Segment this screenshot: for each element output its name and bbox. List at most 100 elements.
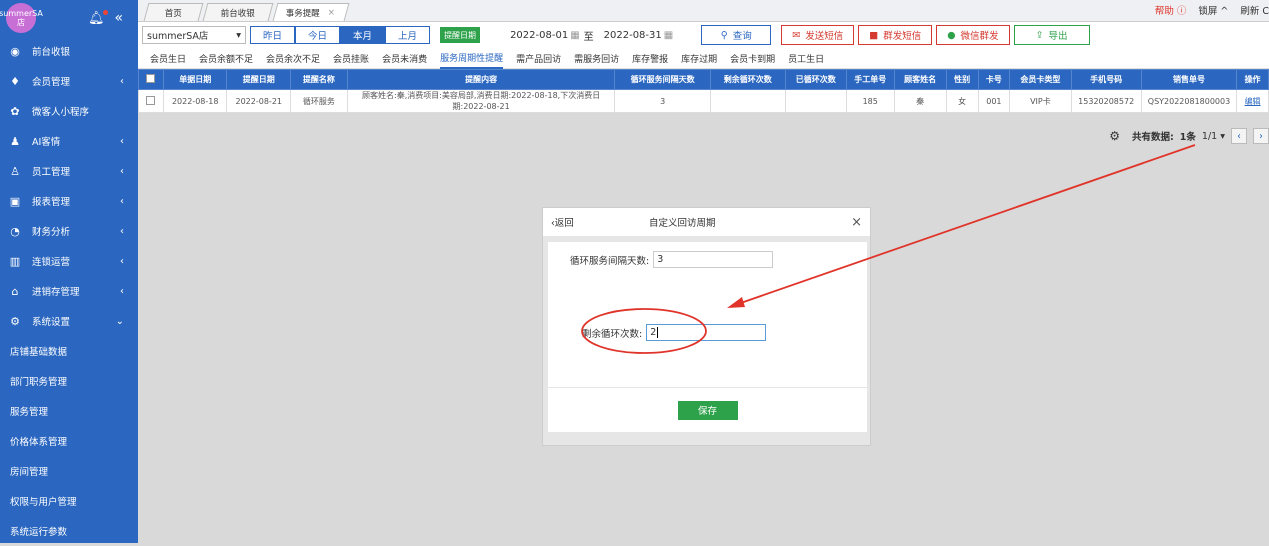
period-last-month[interactable]: 上月: [385, 26, 431, 44]
period-today[interactable]: 今日: [295, 26, 341, 44]
sidebar-item-label: 报表管理: [32, 197, 71, 208]
sidebar-item-4[interactable]: ♙ 员工管理 ‹: [0, 156, 138, 186]
remaining-label: 剩余循环次数:: [582, 328, 643, 340]
sidebar-subitem-4[interactable]: 房间管理: [0, 456, 138, 486]
tab-home[interactable]: 首页: [143, 3, 204, 21]
help-link[interactable]: 帮助 ⓘ: [1155, 3, 1187, 17]
send-sms-button[interactable]: ✉ 发送短信: [781, 25, 855, 45]
settings-gear-icon[interactable]: ⚙: [1109, 129, 1120, 143]
sms-icon: ■: [869, 29, 879, 41]
column-header: 销售单号: [1140, 69, 1238, 90]
refresh-link[interactable]: 刷新 C: [1240, 3, 1269, 17]
subtab-0[interactable]: 会员生日: [150, 48, 186, 69]
tab-reminders[interactable]: 事务提醒 ×: [272, 3, 350, 21]
total-label: 共有数据:: [1131, 132, 1174, 143]
store-select[interactable]: summerSA店 ▾: [142, 26, 246, 44]
sidebar-item-8[interactable]: ⌂ 进销存管理 ‹: [0, 276, 138, 306]
back-button[interactable]: ‹返回: [551, 215, 574, 229]
tab-bar: 首页 前台收银 事务提醒 ×: [138, 0, 1269, 22]
tab-cashier[interactable]: 前台收银: [202, 3, 274, 21]
cashier-icon: ◉: [10, 44, 20, 58]
sidebar-subitem-0[interactable]: 店铺基础数据: [0, 336, 138, 366]
sidebar-subitem-5[interactable]: 权限与用户管理: [0, 486, 138, 516]
subtab-1[interactable]: 会员余额不足: [199, 48, 253, 69]
remaining-cycles-input[interactable]: 2: [646, 324, 767, 341]
prev-page-button[interactable]: ‹: [1231, 128, 1247, 144]
save-button[interactable]: 保存: [677, 400, 738, 420]
page-indicator: 1/1: [1201, 130, 1218, 142]
store-logo[interactable]: summerSA店: [0, 3, 43, 33]
sidebar-subitem-2[interactable]: 服务管理: [0, 396, 138, 426]
sidebar-item-label: AI客情: [32, 137, 61, 148]
chevron-icon: ‹: [120, 285, 124, 297]
lock-screen-link[interactable]: 锁屏 ^: [1198, 3, 1228, 17]
select-all-checkbox[interactable]: [146, 74, 156, 83]
column-header: 手机号码: [1070, 69, 1142, 90]
date-from-input[interactable]: 2022-08-01 ▦: [504, 26, 580, 44]
period-this-month[interactable]: 本月: [340, 26, 386, 44]
next-page-button[interactable]: ›: [1253, 128, 1269, 144]
sidebar-item-3[interactable]: ♟ AI客情 ‹: [0, 126, 138, 156]
sidebar-item-1[interactable]: ♦ 会员管理 ‹: [0, 66, 138, 96]
calendar-icon[interactable]: ▦: [570, 30, 579, 41]
store-select-value: summerSA店: [147, 31, 209, 42]
column-header: 已循环次数: [784, 69, 847, 90]
sidebar-item-label: 财务分析: [32, 227, 71, 238]
row-checkbox[interactable]: [146, 95, 156, 105]
query-button[interactable]: ⚲ 查询: [701, 25, 772, 45]
cycle-dialog: ‹返回 自定义回访周期 × 循环服务间隔天数: 3 剩余循环次数: 2 保存: [542, 207, 871, 446]
close-icon[interactable]: ×: [851, 215, 862, 230]
wechat-icon: ●: [947, 29, 956, 41]
column-header: 循环服务间隔天数: [614, 69, 711, 90]
bell-icon[interactable]: 🔔︎: [88, 9, 108, 26]
table-cell: 2022-08-18: [162, 89, 228, 113]
dialog-header: ‹返回 自定义回访周期 ×: [543, 208, 870, 236]
column-header: 手工单号: [845, 69, 895, 90]
period-yesterday[interactable]: 昨日: [250, 26, 296, 44]
export-label: 导出: [1048, 31, 1068, 42]
interval-days-input[interactable]: 3: [653, 251, 774, 268]
top-right-links: 帮助 ⓘ 锁屏 ^ 刷新 C: [1155, 3, 1269, 17]
table-cell: 15320208572: [1070, 89, 1142, 113]
date-to-input[interactable]: 2022-08-31 ▦: [598, 26, 674, 44]
subtab-3[interactable]: 会员挂账: [333, 48, 369, 69]
calendar-icon[interactable]: ▦: [664, 30, 673, 41]
edit-link[interactable]: 编辑: [1236, 89, 1269, 113]
sidebar-item-6[interactable]: ◔ 财务分析 ‹: [0, 216, 138, 246]
sidebar-subitem-3[interactable]: 价格体系管理: [0, 426, 138, 456]
subtab-10[interactable]: 会员卡到期: [730, 48, 775, 69]
page-select[interactable]: 1/1 ▾: [1202, 131, 1225, 142]
table-cell: 秦: [893, 89, 947, 113]
sidebar-item-label: 系统设置: [32, 317, 71, 328]
subtab-9[interactable]: 库存过期: [681, 48, 717, 69]
sidebar-subitem-6[interactable]: 系统运行参数: [0, 516, 138, 546]
period-selector: 昨日 今日 本月 上月: [250, 26, 431, 44]
sidebar-item-0[interactable]: ◉ 前台收银: [0, 36, 138, 66]
sidebar-item-7[interactable]: ▥ 连锁运营 ‹: [0, 246, 138, 276]
subtab-4[interactable]: 会员未消费: [382, 48, 427, 69]
close-icon[interactable]: ×: [328, 8, 335, 18]
subtab-8[interactable]: 库存警报: [632, 48, 668, 69]
export-button[interactable]: ⇪ 导出: [1013, 25, 1090, 45]
subtab-2[interactable]: 会员余次不足: [266, 48, 320, 69]
subtab-5[interactable]: 服务周期性提醒: [440, 48, 504, 69]
sidebar-subitem-1[interactable]: 部门职务管理: [0, 366, 138, 396]
miniapp-icon: ✿: [10, 104, 20, 118]
subtab-11[interactable]: 员工生日: [788, 48, 824, 69]
subtab-7[interactable]: 需服务回访: [574, 48, 619, 69]
collapse-icon[interactable]: «: [115, 10, 124, 26]
interval-label: 循环服务间隔天数:: [570, 255, 650, 267]
date-to-value: 2022-08-31: [603, 29, 662, 41]
group-sms-button[interactable]: ■ 群发短信: [858, 25, 933, 45]
sidebar-item-9[interactable]: ⚙ 系统设置 ⌄: [0, 306, 138, 336]
column-header: 提醒日期: [226, 69, 292, 90]
column-header: 提醒名称: [290, 69, 348, 90]
sidebar-item-5[interactable]: ▣ 报表管理 ‹: [0, 186, 138, 216]
wechat-group-button[interactable]: ● 微信群发: [936, 25, 1010, 45]
search-icon: ⚲: [720, 29, 728, 41]
interval-value: 3: [657, 254, 664, 265]
sidebar-item-2[interactable]: ✿ 微客人小程序: [0, 96, 138, 126]
subtab-6[interactable]: 需产品回访: [516, 48, 561, 69]
date-type-badge: 提醒日期: [440, 27, 481, 43]
table-row[interactable]: 2022-08-18 2022-08-21 循环服务 顾客姓名:秦,消费项目:美容局部…: [138, 89, 1269, 113]
